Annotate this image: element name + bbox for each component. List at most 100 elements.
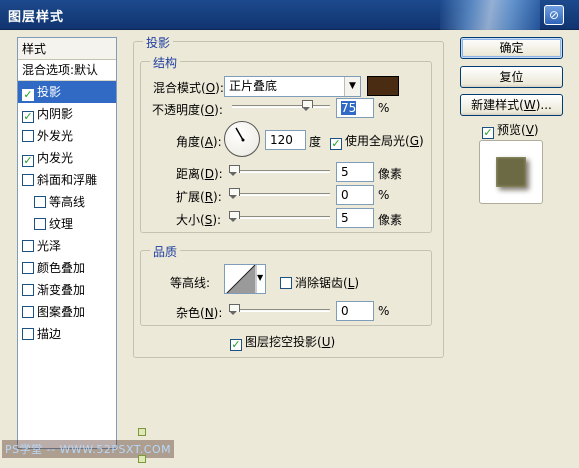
style-item-label: 等高线	[49, 195, 86, 209]
spread-input[interactable]: 0	[336, 185, 374, 205]
shadow-color-swatch[interactable]	[367, 76, 399, 96]
angle-value: 120	[270, 133, 293, 147]
reset-button[interactable]: 复位	[460, 66, 563, 88]
style-item-checkbox[interactable]	[22, 262, 34, 274]
spread-slider[interactable]	[232, 193, 330, 196]
style-item[interactable]: 图案叠加	[18, 301, 116, 323]
angle-unit: 度	[309, 135, 322, 149]
global-light-checkbox[interactable]: ✓	[330, 138, 342, 150]
layer-style-dialog: 图层样式 ⊘ 样式 混合选项:默认 ✓ 投影 ✓ 内阴影 外发光 ✓ 内发光 斜面和浮雕 等高线…	[0, 0, 579, 468]
style-item[interactable]: ✓ 内发光	[18, 147, 116, 169]
style-item-label: 光泽	[37, 239, 62, 253]
style-item-label: 内阴影	[37, 107, 74, 121]
styles-list: 样式 混合选项:默认 ✓ 投影 ✓ 内阴影 外发光 ✓ 内发光 斜面和浮雕 等高线 纹理 光泽 颜色叠…	[17, 37, 117, 449]
style-item[interactable]: 渐变叠加	[18, 279, 116, 301]
chevron-down-icon: ▼	[257, 273, 264, 282]
angle-dial[interactable]	[224, 121, 260, 157]
blend-mode-select[interactable]: 正片叠底 ▼	[224, 76, 361, 97]
distance-value: 5	[341, 165, 349, 179]
new-style-button[interactable]: 新建样式(W)...	[460, 94, 563, 116]
style-item[interactable]: ✓ 投影	[18, 81, 116, 103]
style-item[interactable]: 描边	[18, 323, 116, 345]
opacity-input[interactable]: 75	[336, 98, 374, 118]
style-item-label: 颜色叠加	[37, 261, 86, 275]
style-item-checkbox[interactable]	[22, 284, 34, 296]
style-item[interactable]: 外发光	[18, 125, 116, 147]
antialias-toggle[interactable]: 消除锯齿(L)	[280, 274, 359, 291]
knockout-toggle[interactable]: ✓ 图层挖空投影(U)	[230, 333, 335, 351]
spread-slider-thumb[interactable]	[229, 188, 240, 199]
distance-input[interactable]: 5	[336, 162, 374, 182]
resize-grip[interactable]	[138, 428, 146, 436]
size-slider-thumb[interactable]	[229, 211, 240, 222]
preview-thumbnail	[479, 140, 543, 204]
noise-slider-thumb[interactable]	[229, 304, 240, 315]
style-item-checkbox[interactable]	[22, 130, 34, 142]
chevron-down-icon: ▼	[344, 77, 360, 96]
style-item-checkbox[interactable]	[34, 218, 46, 230]
style-item-checkbox[interactable]	[22, 306, 34, 318]
style-item-label: 投影	[37, 85, 62, 99]
preview-checkbox[interactable]: ✓	[482, 127, 494, 139]
opacity-label: 不透明度(O):	[152, 103, 223, 117]
knockout-checkbox[interactable]: ✓	[230, 339, 242, 351]
style-item-label: 渐变叠加	[37, 283, 86, 297]
style-item[interactable]: 等高线	[18, 191, 116, 213]
style-item-label: 描边	[37, 327, 62, 341]
close-icon[interactable]: ⊘	[544, 5, 564, 25]
drop-shadow-title: 投影	[143, 34, 174, 51]
style-item-label: 斜面和浮雕	[37, 173, 98, 187]
style-item-checkbox[interactable]	[22, 328, 34, 340]
title-decoration	[440, 0, 540, 30]
distance-label: 距离(D):	[176, 167, 223, 181]
preview-swatch	[496, 157, 526, 187]
style-item-checkbox[interactable]	[34, 196, 46, 208]
style-item-checkbox[interactable]	[22, 240, 34, 252]
opacity-value: 75	[341, 101, 357, 115]
distance-unit: 像素	[378, 167, 403, 181]
noise-input[interactable]: 0	[336, 301, 374, 321]
style-item-checkbox[interactable]: ✓	[22, 155, 34, 167]
blending-options-default[interactable]: 混合选项:默认	[18, 60, 116, 81]
style-item-checkbox[interactable]	[22, 174, 34, 186]
opacity-percent: %	[378, 101, 390, 115]
antialias-checkbox[interactable]	[280, 277, 292, 289]
distance-slider[interactable]	[232, 170, 330, 173]
style-item[interactable]: 颜色叠加	[18, 257, 116, 279]
style-item[interactable]: ✓ 内阴影	[18, 103, 116, 125]
distance-slider-thumb[interactable]	[229, 165, 240, 176]
opacity-slider[interactable]	[232, 105, 330, 108]
size-unit: 像素	[378, 213, 403, 227]
styles-header[interactable]: 样式	[18, 38, 116, 60]
style-item[interactable]: 纹理	[18, 213, 116, 235]
size-slider[interactable]	[232, 216, 330, 219]
style-item[interactable]: 斜面和浮雕	[18, 169, 116, 191]
preview-toggle[interactable]: ✓ 预览(V)	[482, 121, 539, 139]
noise-label: 杂色(N):	[176, 306, 223, 320]
noise-percent: %	[378, 304, 390, 318]
structure-title: 结构	[150, 54, 181, 71]
opacity-slider-thumb[interactable]	[301, 100, 313, 111]
noise-value: 0	[341, 304, 349, 318]
angle-label: 角度(A):	[176, 135, 222, 149]
noise-slider[interactable]	[232, 309, 330, 312]
global-light-toggle[interactable]: ✓ 使用全局光(G)	[330, 132, 424, 150]
blend-mode-label: 混合模式(O):	[153, 81, 224, 95]
watermark: PS学堂 -- WWW.52PSXT.COM	[2, 440, 175, 458]
ok-button[interactable]: 确定	[460, 37, 563, 59]
style-item-checkbox[interactable]: ✓	[22, 89, 34, 101]
blend-mode-value: 正片叠底	[229, 79, 278, 93]
style-item[interactable]: 光泽	[18, 235, 116, 257]
size-value: 5	[341, 211, 349, 225]
size-input[interactable]: 5	[336, 208, 374, 228]
style-item-checkbox[interactable]: ✓	[22, 111, 34, 123]
spread-label: 扩展(R):	[176, 190, 222, 204]
contour-label: 等高线:	[170, 276, 211, 290]
style-item-label: 外发光	[37, 129, 74, 143]
style-item-label: 纹理	[49, 217, 74, 231]
angle-input[interactable]: 120	[265, 130, 306, 150]
size-label: 大小(S):	[176, 213, 222, 227]
contour-picker[interactable]: ▼	[224, 264, 266, 294]
resize-grip[interactable]	[138, 455, 146, 463]
title-bar: 图层样式 ⊘	[0, 0, 579, 30]
